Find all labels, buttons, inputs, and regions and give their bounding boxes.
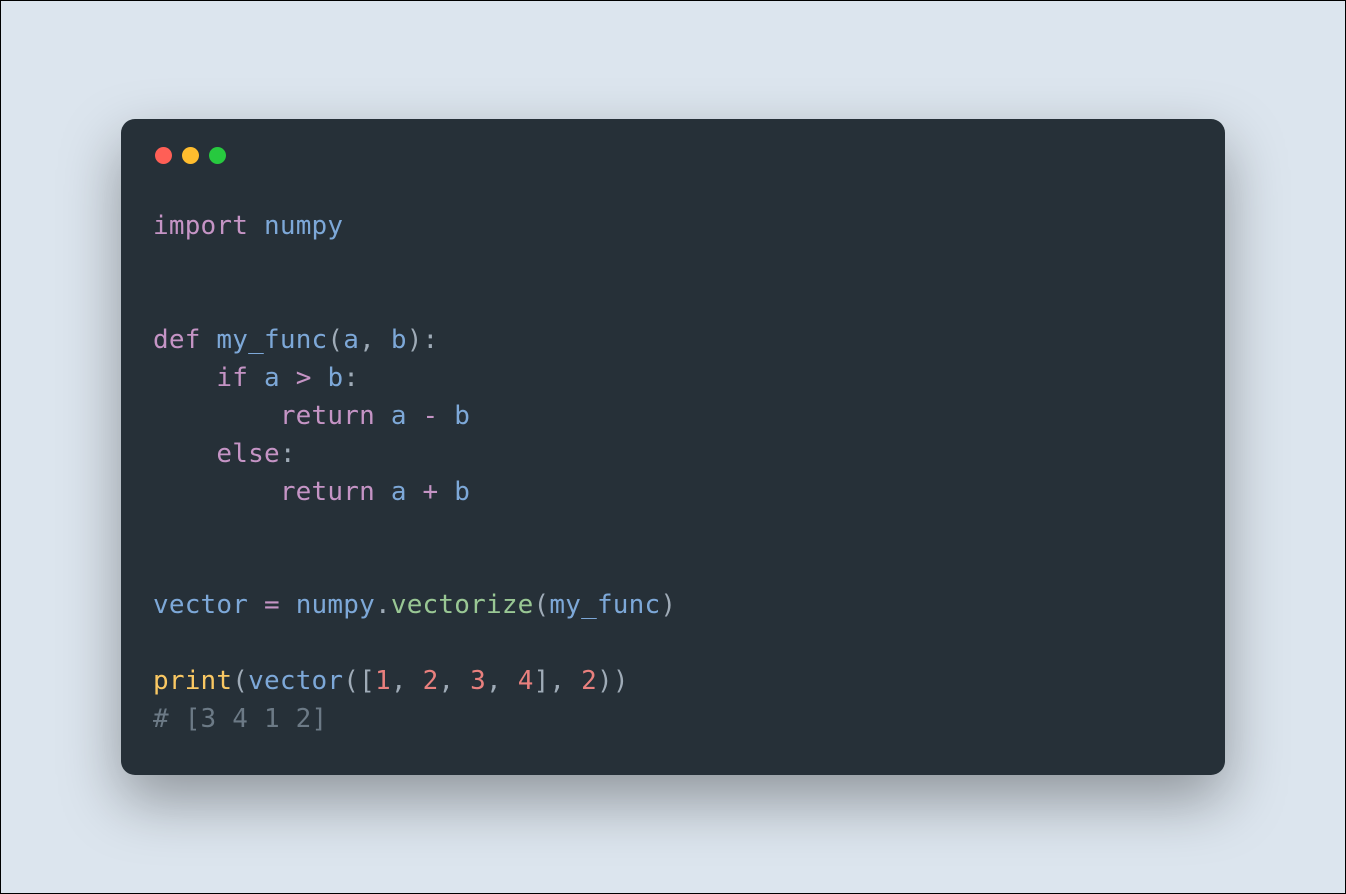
keyword-return: return <box>280 401 375 431</box>
module-name: numpy <box>264 211 343 241</box>
variable: b <box>327 363 343 393</box>
colon: : <box>343 363 359 393</box>
traffic-lights <box>155 147 1193 164</box>
paren: ([ <box>343 666 375 696</box>
param: b <box>391 325 407 355</box>
operator: + <box>423 477 439 507</box>
minimize-icon <box>182 147 199 164</box>
argument: my_func <box>549 590 660 620</box>
variable: b <box>454 401 470 431</box>
dot: . <box>375 590 391 620</box>
comma: , <box>438 666 454 696</box>
variable: a <box>391 401 407 431</box>
variable: a <box>391 477 407 507</box>
paren: ( <box>327 325 343 355</box>
code-block: import numpy def my_func(a, b): if a > b… <box>153 208 1193 739</box>
module-ref: numpy <box>296 590 375 620</box>
paren: ) <box>660 590 676 620</box>
number: 3 <box>470 666 486 696</box>
keyword-if: if <box>216 363 248 393</box>
comma: , <box>391 666 407 696</box>
builtin-call: print <box>153 666 232 696</box>
param: a <box>343 325 359 355</box>
code-window: import numpy def my_func(a, b): if a > b… <box>121 119 1225 775</box>
number: 2 <box>581 666 597 696</box>
comma: , <box>486 666 502 696</box>
number: 1 <box>375 666 391 696</box>
variable: a <box>264 363 280 393</box>
paren: ( <box>232 666 248 696</box>
keyword-def: def <box>153 325 201 355</box>
variable: vector <box>248 666 343 696</box>
paren: ( <box>534 590 550 620</box>
paren: )) <box>597 666 629 696</box>
function-name: my_func <box>216 325 327 355</box>
bracket: ], <box>534 666 566 696</box>
method-name: vectorize <box>391 590 534 620</box>
operator: = <box>264 590 280 620</box>
number: 4 <box>518 666 534 696</box>
comma: , <box>359 325 375 355</box>
paren: ): <box>407 325 439 355</box>
keyword-import: import <box>153 211 248 241</box>
keyword-return: return <box>280 477 375 507</box>
close-icon <box>155 147 172 164</box>
variable: vector <box>153 590 248 620</box>
number: 2 <box>423 666 439 696</box>
variable: b <box>454 477 470 507</box>
maximize-icon <box>209 147 226 164</box>
comment: # [3 4 1 2] <box>153 704 327 734</box>
operator: - <box>423 401 439 431</box>
colon: : <box>280 439 296 469</box>
operator: > <box>296 363 312 393</box>
keyword-else: else <box>216 439 279 469</box>
